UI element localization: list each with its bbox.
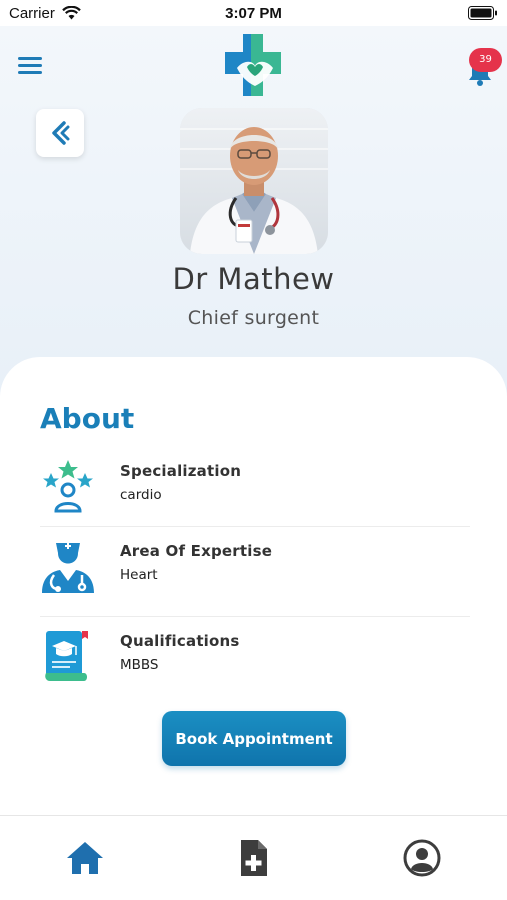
divider (40, 616, 470, 617)
tab-home[interactable] (63, 836, 107, 880)
add-document-icon (241, 840, 267, 876)
qualifications-row: Qualifications MBBS (40, 629, 470, 699)
book-appointment-button[interactable]: Book Appointment (162, 711, 346, 766)
doctor-role: Chief surgent (187, 307, 320, 329)
status-bar: Carrier 3:07 PM (0, 0, 507, 26)
qualifications-value: MBBS (120, 657, 159, 673)
bottom-tab-bar (0, 815, 507, 900)
app-logo (225, 34, 281, 96)
menu-button[interactable] (18, 57, 42, 77)
specialization-icon (43, 460, 93, 513)
battery-icon (468, 6, 497, 20)
status-time: 3:07 PM (225, 5, 282, 22)
tab-profile[interactable] (400, 836, 444, 880)
back-button[interactable] (36, 109, 84, 157)
back-arrow-icon (52, 121, 70, 145)
doctor-name: Dr Mathew (172, 262, 335, 296)
expertise-label: Area Of Expertise (120, 542, 273, 560)
doctor-portrait-image (180, 108, 328, 254)
certificate-icon (45, 631, 88, 681)
hamburger-icon-bar (18, 71, 42, 74)
home-icon (67, 842, 103, 874)
doctor-avatar (180, 108, 328, 254)
about-title: About (40, 402, 135, 435)
divider (40, 526, 470, 527)
hamburger-icon-bar (18, 57, 42, 60)
doctor-icon (42, 543, 94, 593)
specialization-value: cardio (120, 487, 162, 503)
notifications-button[interactable]: 39 (463, 46, 503, 88)
tab-add-record[interactable] (231, 836, 275, 880)
specialization-label: Specialization (120, 462, 242, 480)
profile-icon (403, 839, 441, 877)
notification-badge: 39 (469, 48, 502, 72)
specialization-row: Specialization cardio (40, 459, 470, 529)
expertise-row: Area Of Expertise Heart (40, 539, 470, 609)
expertise-value: Heart (120, 567, 158, 583)
qualifications-label: Qualifications (120, 632, 240, 650)
hamburger-icon-bar (18, 64, 42, 67)
